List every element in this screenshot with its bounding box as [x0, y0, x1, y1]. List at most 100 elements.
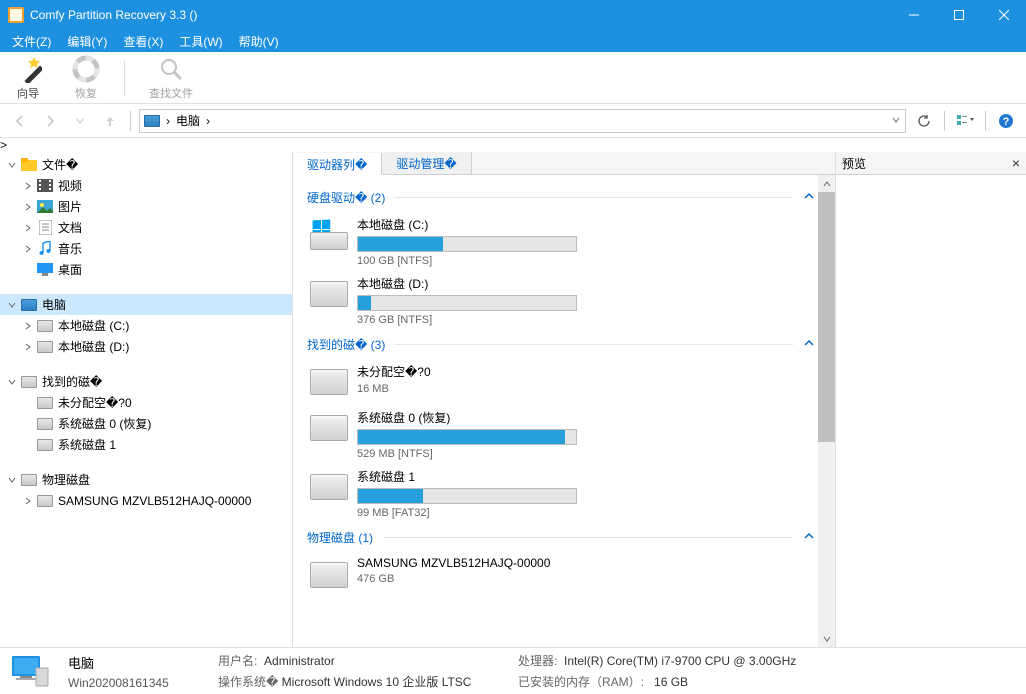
- drive-c[interactable]: 本地磁盘 (C:) 100 GB [NTFS]: [307, 212, 809, 271]
- recover-label: 恢复: [75, 85, 97, 101]
- group-physical[interactable]: 物理磁盘 (1): [307, 523, 835, 552]
- toolbar: 向导 恢复 查找文件: [0, 52, 1026, 104]
- tree-unalloc[interactable]: 未分配空�?0: [0, 392, 292, 413]
- chevron-right-icon[interactable]: [20, 199, 36, 215]
- center-panel: 驱动器列� 驱动管理� 硬盘驱动� (2) 本地磁盘 (C:) 100 GB […: [293, 152, 836, 647]
- drive-d[interactable]: 本地磁盘 (D:) 376 GB [NTFS]: [307, 271, 809, 330]
- svg-text:?: ?: [1003, 116, 1010, 128]
- chevron-up-icon[interactable]: [803, 337, 815, 352]
- disk-icon: [307, 363, 351, 401]
- wizard-button[interactable]: 向导: [8, 53, 48, 103]
- usage-bar: [357, 236, 577, 252]
- title-bar: Comfy Partition Recovery 3.3 (): [0, 0, 1026, 30]
- tree-local-c[interactable]: 本地磁盘 (C:): [0, 315, 292, 336]
- address-sep: ›: [166, 114, 170, 128]
- computer-icon: [10, 653, 50, 689]
- close-button[interactable]: [981, 0, 1026, 30]
- status-user-label: 用户名:: [218, 654, 257, 668]
- document-icon: [36, 220, 54, 236]
- drive-sys0[interactable]: 系统磁盘 0 (恢复) 529 MB [NTFS]: [307, 405, 809, 464]
- tree-video[interactable]: 视频: [0, 175, 292, 196]
- group-hdd-count: (2): [371, 191, 386, 205]
- maximize-button[interactable]: [936, 0, 981, 30]
- usage-bar: [357, 429, 577, 445]
- chevron-right-icon[interactable]: [20, 493, 36, 509]
- chevron-up-icon[interactable]: [803, 530, 815, 545]
- music-icon: [36, 241, 54, 257]
- tree-desktop[interactable]: 桌面: [0, 259, 292, 280]
- window-title: Comfy Partition Recovery 3.3 (): [30, 8, 891, 22]
- desktop-icon: [36, 262, 54, 278]
- menu-view[interactable]: 查看(X): [115, 31, 171, 52]
- help-button[interactable]: ?: [994, 109, 1018, 133]
- chevron-right-icon[interactable]: [20, 318, 36, 334]
- chevron-down-icon[interactable]: [4, 472, 20, 488]
- tree-sys0[interactable]: 系统磁盘 0 (恢复): [0, 413, 292, 434]
- chevron-down-icon[interactable]: [4, 157, 20, 173]
- disk-icon: [307, 275, 351, 313]
- tree-physical-root[interactable]: 物理磁盘: [0, 469, 292, 490]
- group-physical-count: (1): [358, 531, 373, 545]
- history-dropdown[interactable]: [68, 109, 92, 133]
- folder-icon: [20, 157, 38, 173]
- minimize-button[interactable]: [891, 0, 936, 30]
- tree-computer[interactable]: 电脑: [0, 294, 292, 315]
- refresh-button[interactable]: [912, 109, 936, 133]
- chevron-down-icon[interactable]: [4, 297, 20, 313]
- computer-icon: [20, 297, 38, 313]
- video-icon: [36, 178, 54, 194]
- usage-bar: [357, 488, 577, 504]
- status-host: Win202008161345: [68, 676, 218, 690]
- drive-unalloc[interactable]: 未分配空�?0 16 MB: [307, 359, 809, 405]
- disk-icon: [36, 318, 54, 334]
- scrollbar[interactable]: [818, 175, 835, 647]
- tree-found-root[interactable]: 找到的磁�: [0, 371, 292, 392]
- preview-title: 预览: [842, 155, 1012, 172]
- drive-samsung[interactable]: SAMSUNG MZVLB512HAJQ-00000 476 GB: [307, 552, 809, 598]
- scroll-up-icon[interactable]: [818, 175, 835, 192]
- group-found[interactable]: 找到的磁� (3): [307, 330, 835, 359]
- chevron-right-icon[interactable]: [20, 220, 36, 236]
- tab-drive-list[interactable]: 驱动器列�: [293, 153, 382, 175]
- tree-samsung[interactable]: SAMSUNG MZVLB512HAJQ-00000: [0, 490, 292, 511]
- view-button[interactable]: [953, 109, 977, 133]
- disk-icon: [36, 437, 54, 453]
- sidebar-tree[interactable]: 文件� 视频 图片 文档 音乐 桌面: [0, 152, 293, 647]
- address-dropdown[interactable]: [891, 114, 901, 128]
- tree-documents[interactable]: 文档: [0, 217, 292, 238]
- close-icon[interactable]: ×: [1012, 155, 1020, 171]
- chevron-right-icon[interactable]: [20, 241, 36, 257]
- find-button: 查找文件: [143, 53, 199, 103]
- computer-icon: [144, 115, 160, 127]
- tree-local-d[interactable]: 本地磁盘 (D:): [0, 336, 292, 357]
- menu-edit[interactable]: 编辑(Y): [59, 31, 115, 52]
- tree-pictures[interactable]: 图片: [0, 196, 292, 217]
- menu-help[interactable]: 帮助(V): [231, 31, 287, 52]
- drive-sys1[interactable]: 系统磁盘 1 99 MB [FAT32]: [307, 464, 809, 523]
- up-button[interactable]: [98, 109, 122, 133]
- disk-icon: [36, 339, 54, 355]
- tree-files-root[interactable]: 文件�: [0, 154, 292, 175]
- back-button[interactable]: [8, 109, 32, 133]
- chevron-up-icon[interactable]: [803, 190, 815, 205]
- wizard-label: 向导: [17, 85, 39, 101]
- chevron-right-icon[interactable]: [20, 339, 36, 355]
- menu-tools[interactable]: 工具(W): [171, 31, 230, 52]
- tree-sys1[interactable]: 系统磁盘 1: [0, 434, 292, 455]
- pictures-icon: [36, 199, 54, 215]
- chevron-right-icon[interactable]: [20, 178, 36, 194]
- address-bar[interactable]: › 电脑 ›: [139, 109, 906, 133]
- app-icon: [8, 7, 24, 23]
- menu-file[interactable]: 文件(Z): [4, 31, 59, 52]
- tree-music[interactable]: 音乐: [0, 238, 292, 259]
- drive-list[interactable]: 硬盘驱动� (2) 本地磁盘 (C:) 100 GB [NTFS] 本地磁盘 (…: [293, 175, 835, 647]
- wand-icon: [14, 55, 42, 83]
- scroll-thumb[interactable]: [818, 192, 835, 442]
- scroll-down-icon[interactable]: [818, 630, 835, 647]
- status-ram: 16 GB: [654, 675, 688, 689]
- chevron-down-icon[interactable]: [4, 374, 20, 390]
- tab-drive-mgmt[interactable]: 驱动管理�: [382, 152, 471, 174]
- group-hdd[interactable]: 硬盘驱动� (2): [307, 183, 835, 212]
- forward-button[interactable]: [38, 109, 62, 133]
- status-cpu: Intel(R) Core(TM) i7-9700 CPU @ 3.00GHz: [564, 654, 796, 668]
